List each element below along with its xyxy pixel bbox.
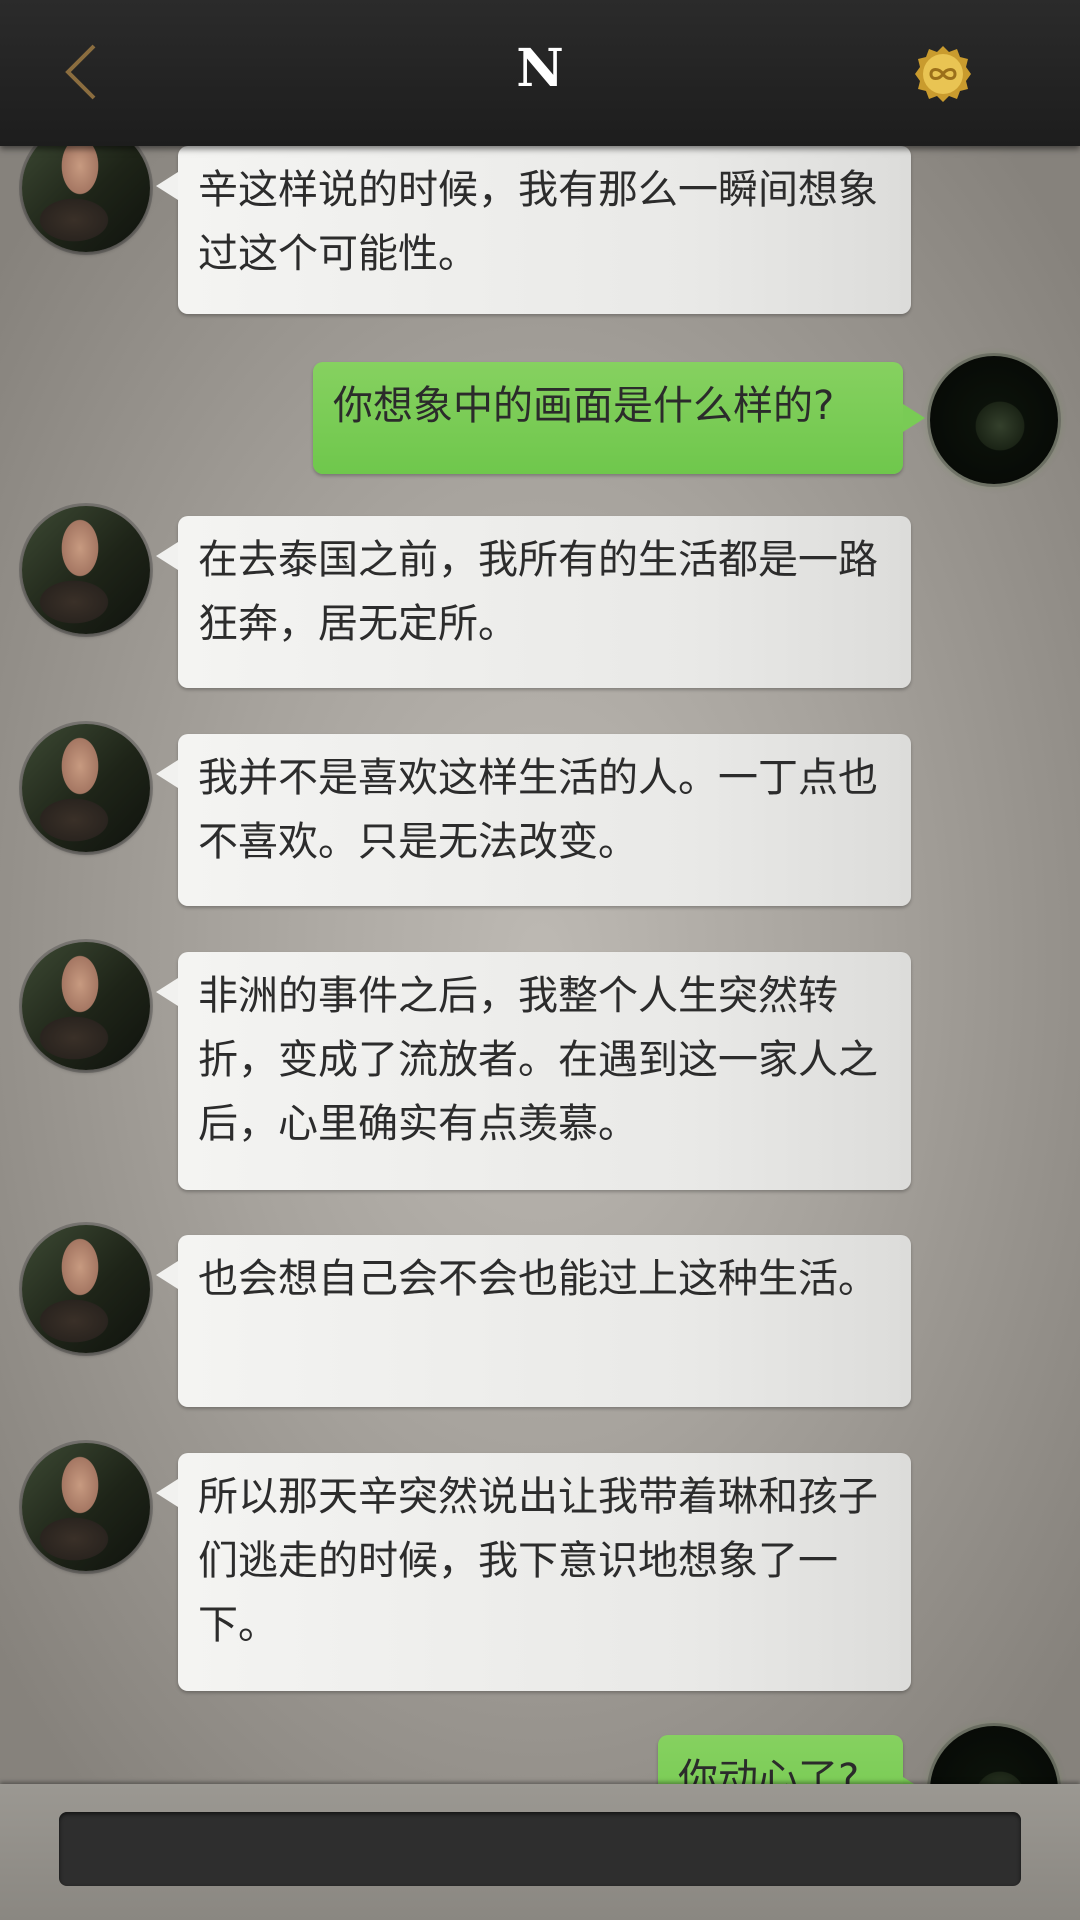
incoming-message-bubble: 所以那天辛突然说出让我带着琳和孩子们逃走的时候，我下意识地想象了一下。 — [156, 1453, 911, 1691]
incoming-message-bubble: 也会想自己会不会也能过上这种生活。 — [156, 1235, 911, 1407]
message-input[interactable] — [59, 1812, 1021, 1886]
contact-avatar[interactable] — [22, 942, 150, 1070]
user-avatar[interactable] — [930, 1726, 1058, 1784]
outgoing-message-bubble: 你动心了? — [658, 1735, 925, 1784]
contact-avatar[interactable] — [22, 1443, 150, 1571]
message-list[interactable]: 辛这样说的时候，我有那么一瞬间想象过这个可能性。 你想象中的画面是什么样的? 在… — [0, 146, 1080, 1784]
top-bar: N — [0, 0, 1080, 146]
contact-avatar[interactable] — [22, 506, 150, 634]
infinity-coin-icon[interactable] — [913, 44, 973, 104]
incoming-message-bubble: 辛这样说的时候，我有那么一瞬间想象过这个可能性。 — [156, 146, 911, 314]
incoming-message-bubble: 我并不是喜欢这样生活的人。一丁点也不喜欢。只是无法改变。 — [156, 734, 911, 906]
incoming-message-bubble: 在去泰国之前，我所有的生活都是一路狂奔，居无定所。 — [156, 516, 911, 688]
contact-avatar[interactable] — [22, 1225, 150, 1353]
outgoing-message-bubble: 你想象中的画面是什么样的? — [313, 362, 925, 474]
contact-avatar[interactable] — [22, 146, 150, 252]
incoming-message-bubble: 非洲的事件之后，我整个人生突然转折，变成了流放者。在遇到这一家人之后，心里确实有… — [156, 952, 911, 1190]
chevron-left-icon[interactable] — [62, 42, 102, 102]
bottom-bar — [0, 1784, 1080, 1920]
user-avatar[interactable] — [930, 356, 1058, 484]
contact-avatar[interactable] — [22, 724, 150, 852]
